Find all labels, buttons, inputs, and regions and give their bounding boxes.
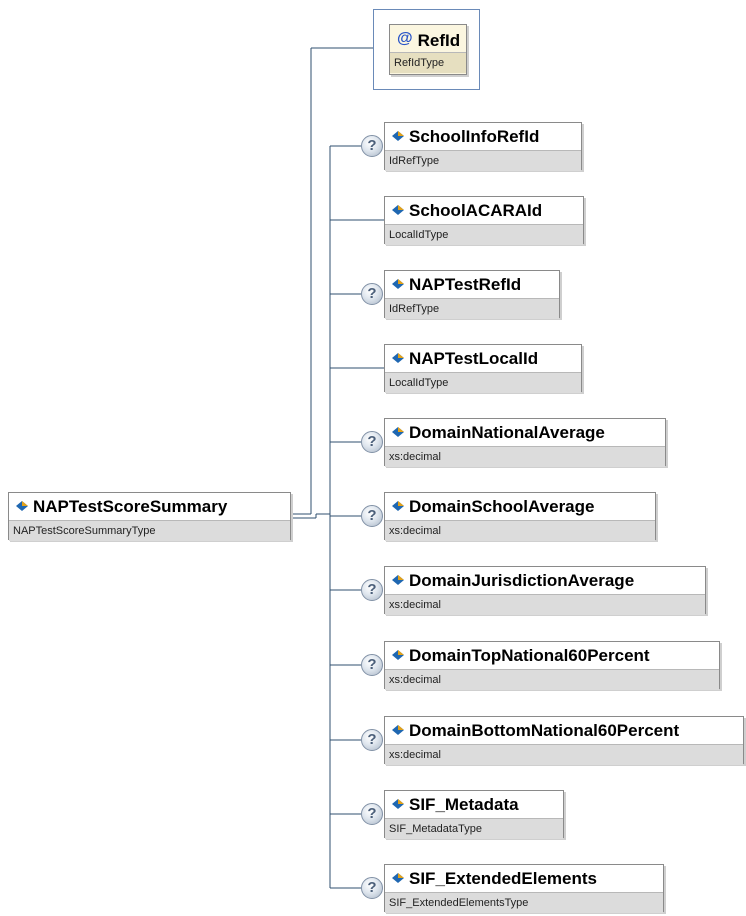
attribute-type: RefIdType xyxy=(390,52,466,73)
element-diamond-icon xyxy=(392,131,404,141)
root-element-node[interactable]: NAPTestScoreSummary NAPTestScoreSummaryT… xyxy=(8,492,291,541)
child-element-name: NAPTestLocalId xyxy=(409,349,539,368)
optional-badge-icon: ? xyxy=(361,135,383,157)
child-element-name: DomainTopNational60Percent xyxy=(409,646,650,665)
child-element-type: LocalIdType xyxy=(385,224,583,245)
element-diamond-icon xyxy=(392,205,404,215)
child-element-type: xs:decimal xyxy=(385,520,655,541)
child-element-type: IdRefType xyxy=(385,150,581,171)
element-diamond-icon xyxy=(392,427,404,437)
child-element-type: LocalIdType xyxy=(385,372,581,393)
root-element-type: NAPTestScoreSummaryType xyxy=(9,520,290,541)
child-element-type: IdRefType xyxy=(385,298,559,319)
child-element-node[interactable]: DomainTopNational60Percent xs:decimal xyxy=(384,641,720,690)
child-element-name: SchoolACARAId xyxy=(409,201,543,220)
attribute-refid[interactable]: @ RefId RefIdType xyxy=(389,24,467,75)
element-diamond-icon xyxy=(392,279,404,289)
child-element-type: SIF_ExtendedElementsType xyxy=(385,892,663,913)
optional-badge-icon: ? xyxy=(361,505,383,527)
element-diamond-icon xyxy=(392,501,404,511)
child-element-name: DomainJurisdictionAverage xyxy=(409,571,635,590)
child-element-type: xs:decimal xyxy=(385,594,705,615)
child-element-node[interactable]: DomainJurisdictionAverage xs:decimal xyxy=(384,566,706,615)
child-element-node[interactable]: NAPTestLocalId LocalIdType xyxy=(384,344,582,393)
optional-badge-icon: ? xyxy=(361,283,383,305)
element-diamond-icon xyxy=(392,575,404,585)
element-diamond-icon xyxy=(392,353,404,363)
child-element-node[interactable]: SIF_ExtendedElements SIF_ExtendedElements… xyxy=(384,864,664,913)
child-element-type: xs:decimal xyxy=(385,669,719,690)
element-diamond-icon xyxy=(392,725,404,735)
child-element-name: DomainSchoolAverage xyxy=(409,497,595,516)
root-element-name: NAPTestScoreSummary xyxy=(33,497,228,516)
optional-badge-icon: ? xyxy=(361,654,383,676)
child-element-node[interactable]: DomainSchoolAverage xs:decimal xyxy=(384,492,656,541)
child-element-name: SIF_Metadata xyxy=(409,795,519,814)
child-element-name: SchoolInfoRefId xyxy=(409,127,540,146)
child-element-node[interactable]: SchoolACARAId LocalIdType xyxy=(384,196,584,245)
child-element-type: xs:decimal xyxy=(385,744,743,765)
child-element-name: SIF_ExtendedElements xyxy=(409,869,598,888)
optional-badge-icon: ? xyxy=(361,877,383,899)
child-element-node[interactable]: SIF_Metadata SIF_MetadataType xyxy=(384,790,564,839)
child-element-node[interactable]: NAPTestRefId IdRefType xyxy=(384,270,560,319)
attribute-at-icon: @ xyxy=(397,30,413,47)
child-element-name: DomainBottomNational60Percent xyxy=(409,721,680,740)
child-element-type: SIF_MetadataType xyxy=(385,818,563,839)
optional-badge-icon: ? xyxy=(361,431,383,453)
attributes-frame: @ RefId RefIdType xyxy=(373,9,480,90)
child-element-name: DomainNationalAverage xyxy=(409,423,605,442)
child-element-type: xs:decimal xyxy=(385,446,665,467)
optional-badge-icon: ? xyxy=(361,803,383,825)
element-diamond-icon xyxy=(392,873,404,883)
child-element-node[interactable]: SchoolInfoRefId IdRefType xyxy=(384,122,582,171)
child-element-name: NAPTestRefId xyxy=(409,275,522,294)
element-diamond-icon xyxy=(392,799,404,809)
child-element-node[interactable]: DomainNationalAverage xs:decimal xyxy=(384,418,666,467)
element-diamond-icon xyxy=(16,501,28,511)
attribute-name: RefId xyxy=(417,31,461,50)
optional-badge-icon: ? xyxy=(361,579,383,601)
child-element-node[interactable]: DomainBottomNational60Percent xs:decimal xyxy=(384,716,744,765)
optional-badge-icon: ? xyxy=(361,729,383,751)
element-diamond-icon xyxy=(392,650,404,660)
